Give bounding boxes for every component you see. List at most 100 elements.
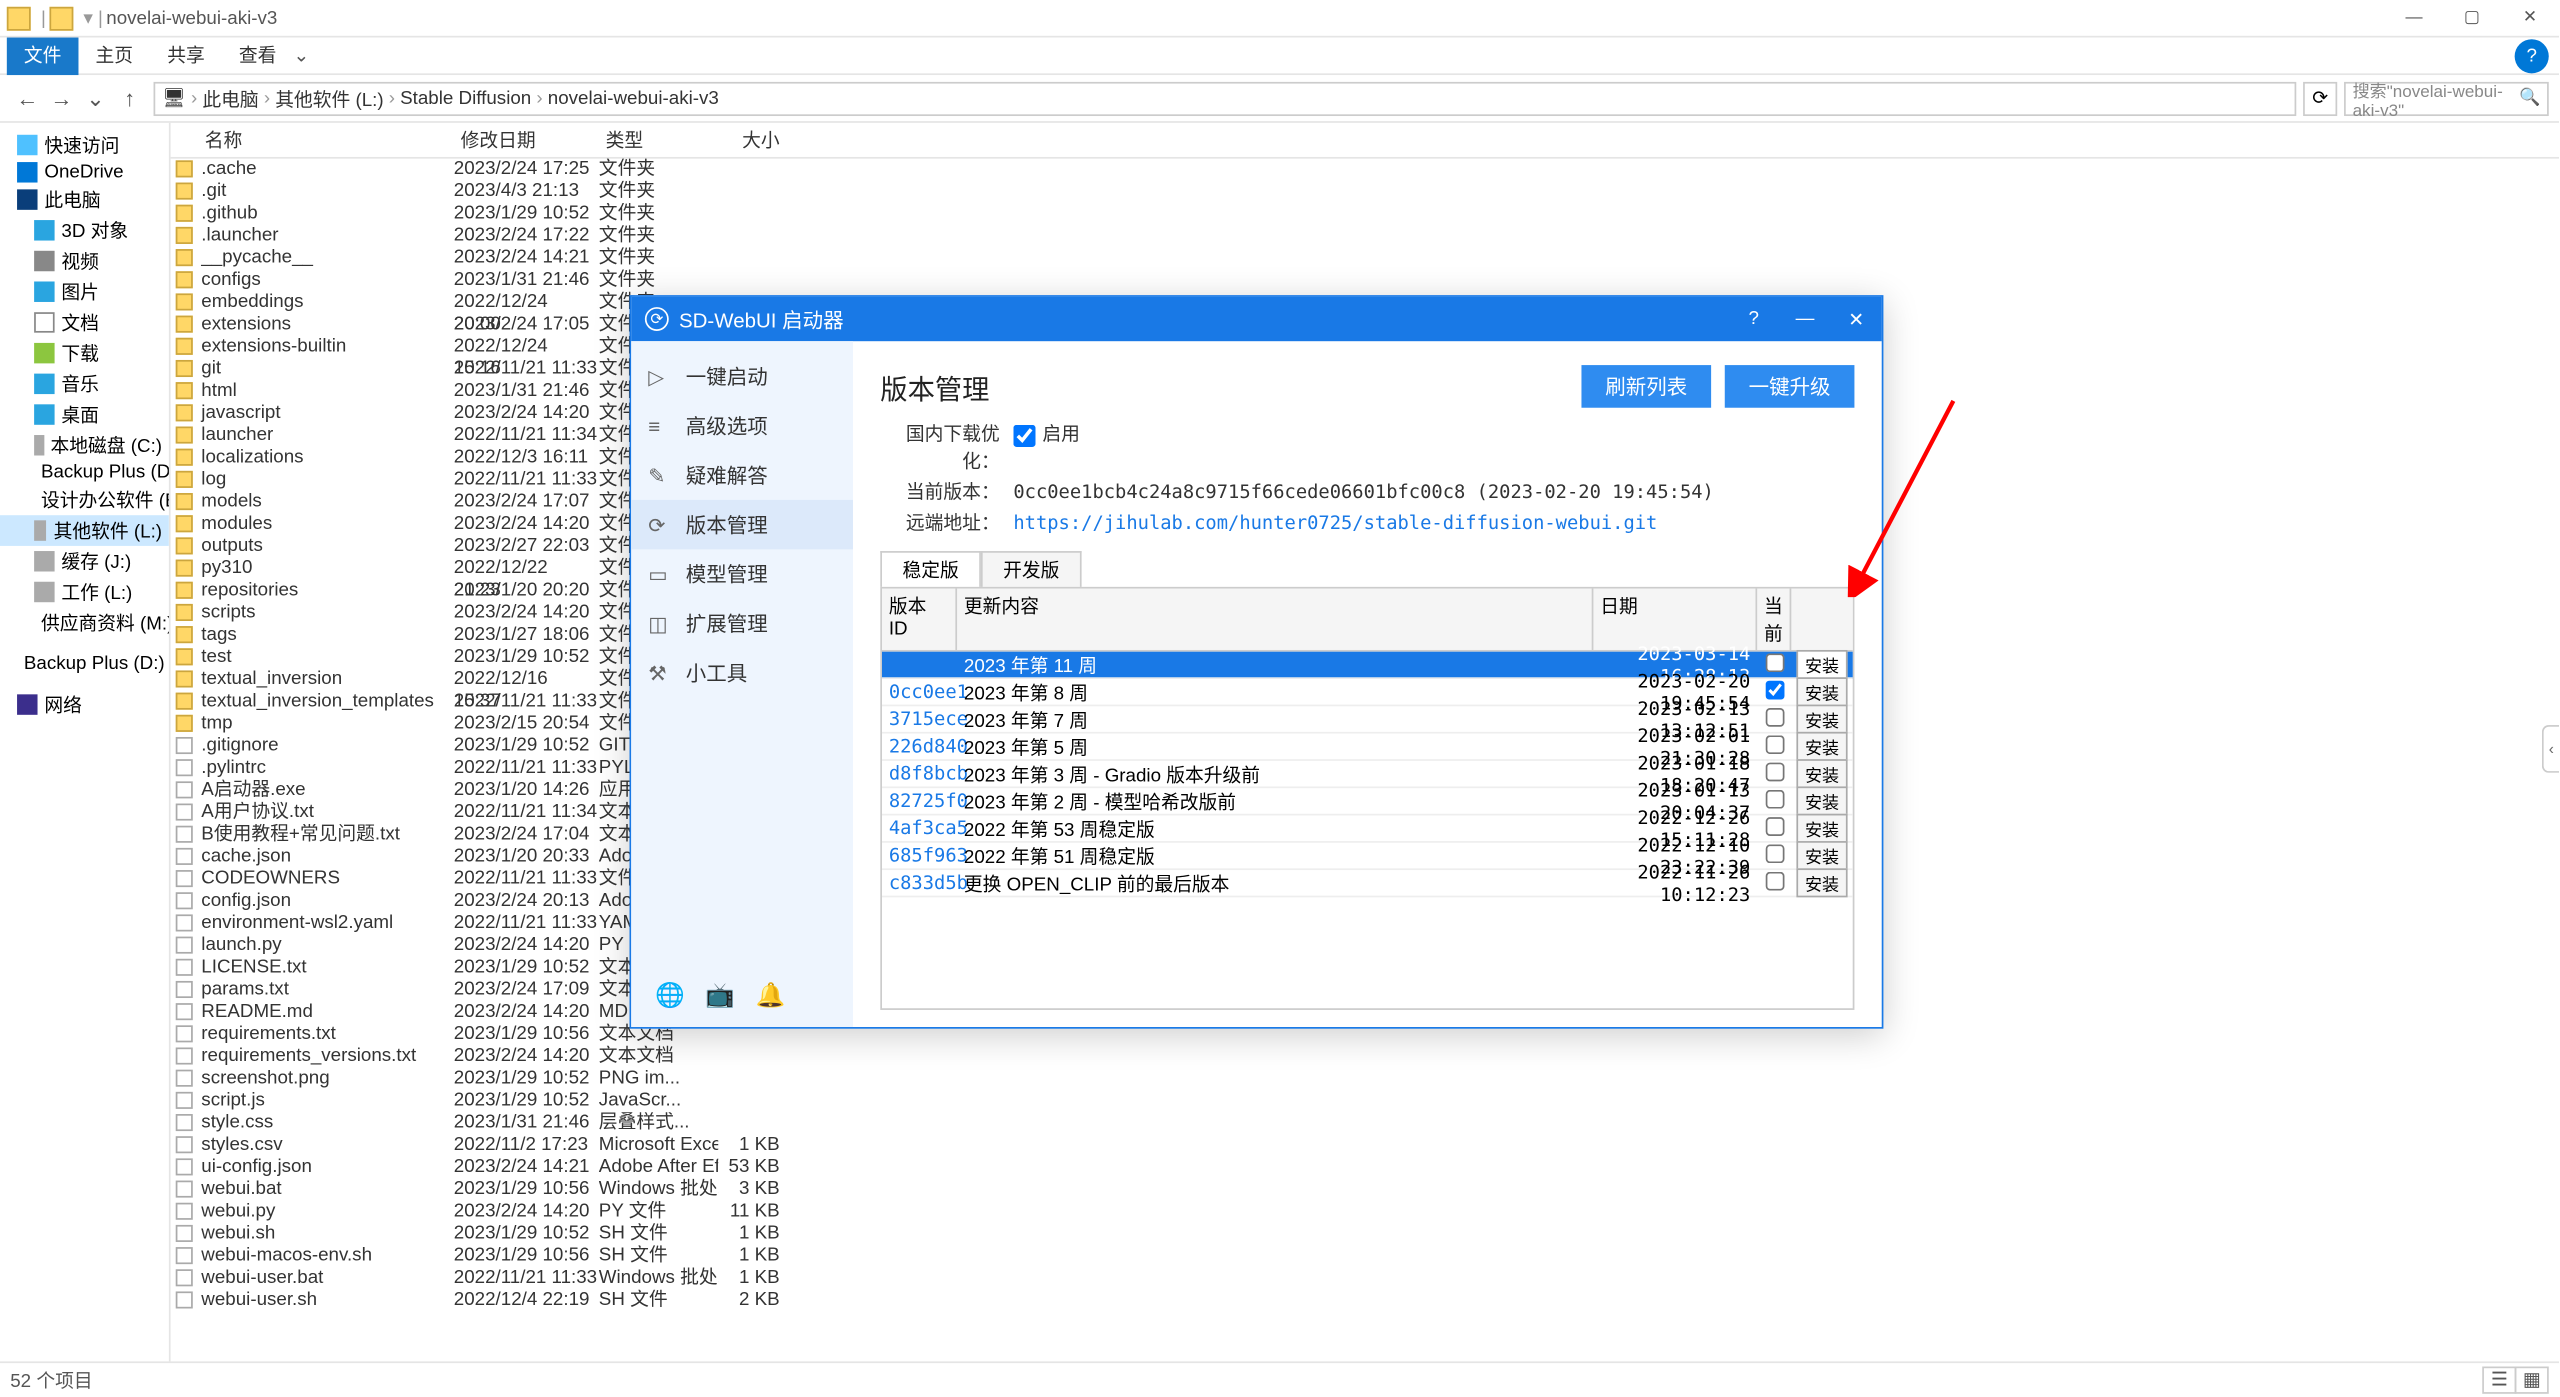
- sidebar-item-7[interactable]: 下载: [0, 338, 169, 369]
- sidebar-item-10[interactable]: 本地磁盘 (C:): [0, 430, 169, 461]
- version-id[interactable]: 82725f0: [882, 790, 957, 812]
- sidebar-item-3[interactable]: 3D 对象: [0, 215, 169, 246]
- file-row[interactable]: webui-macos-env.sh2023/1/29 10:56SH 文件1 …: [171, 1245, 2559, 1267]
- current-checkbox[interactable]: [1765, 762, 1784, 781]
- file-row[interactable]: style.css2023/1/31 21:46层叠样式...: [171, 1112, 2559, 1134]
- version-id[interactable]: c833d5b: [882, 872, 957, 894]
- sidebar-item-4[interactable]: 视频: [0, 246, 169, 277]
- sidebar-item-6[interactable]: 文档: [0, 307, 169, 338]
- ribbon-tab-2[interactable]: 共享: [150, 37, 222, 75]
- col-date[interactable]: 修改日期: [454, 126, 599, 153]
- install-button[interactable]: 安装: [1796, 677, 1847, 706]
- th-id[interactable]: 版本 ID: [882, 589, 957, 650]
- install-button[interactable]: 安装: [1796, 650, 1847, 679]
- file-row[interactable]: .github2023/1/29 10:52文件夹: [171, 203, 2559, 225]
- minimize-button[interactable]: —: [2385, 0, 2443, 37]
- dialog-help-button[interactable]: ?: [1728, 308, 1779, 330]
- version-id[interactable]: 3715ece: [882, 708, 957, 730]
- file-row[interactable]: webui.py2023/2/24 14:20PY 文件11 KB: [171, 1201, 2559, 1223]
- current-checkbox[interactable]: [1765, 789, 1784, 808]
- file-row[interactable]: __pycache__2023/2/24 14:21文件夹: [171, 247, 2559, 269]
- forward-button[interactable]: →: [44, 85, 78, 111]
- dialog-minimize-button[interactable]: —: [1779, 308, 1830, 330]
- version-id[interactable]: 685f963: [882, 844, 957, 866]
- col-size[interactable]: 大小: [718, 126, 786, 153]
- breadcrumb[interactable]: 🖥›此电脑›其他软件 (L:)›Stable Diffusion›novelai…: [154, 81, 2297, 115]
- ribbon-collapse-button[interactable]: ⌄: [293, 44, 309, 66]
- version-row[interactable]: c833d5b更换 OPEN_CLIP 前的最后版本2022-11-26 10:…: [882, 870, 1853, 897]
- current-checkbox[interactable]: [1765, 871, 1784, 890]
- install-button[interactable]: 安装: [1796, 732, 1847, 761]
- file-row[interactable]: webui.sh2023/1/29 10:52SH 文件1 KB: [171, 1223, 2559, 1245]
- back-button[interactable]: ←: [10, 85, 44, 111]
- launcher-nav-2[interactable]: ✎疑难解答: [631, 450, 853, 499]
- current-checkbox[interactable]: [1765, 707, 1784, 726]
- file-row[interactable]: .git2023/4/3 21:13文件夹: [171, 181, 2559, 203]
- footer-icon-0[interactable]: 🌐: [655, 981, 685, 1010]
- view-icons-button[interactable]: ▦: [2515, 1366, 2549, 1393]
- sidebar-item-12[interactable]: 设计办公软件 (E:): [0, 485, 169, 516]
- sidebar-item-5[interactable]: 图片: [0, 276, 169, 307]
- install-button[interactable]: 安装: [1796, 759, 1847, 788]
- file-row[interactable]: .launcher2023/2/24 17:22文件夹: [171, 225, 2559, 247]
- current-checkbox[interactable]: [1765, 653, 1784, 672]
- sidebar-item-8[interactable]: 音乐: [0, 368, 169, 399]
- version-id[interactable]: 226d840: [882, 735, 957, 757]
- install-button[interactable]: 安装: [1796, 841, 1847, 870]
- version-tab-1[interactable]: 开发版: [981, 551, 1082, 587]
- download-opt-checkbox[interactable]: 启用: [1013, 421, 1080, 476]
- refresh-button[interactable]: ⟳: [2303, 81, 2337, 115]
- sidebar-item-20[interactable]: 网络: [0, 689, 169, 720]
- file-row[interactable]: webui.bat2023/1/29 10:56Windows 批处理...3 …: [171, 1179, 2559, 1201]
- close-button[interactable]: ✕: [2501, 0, 2559, 37]
- file-row[interactable]: screenshot.png2023/1/29 10:52PNG im...: [171, 1068, 2559, 1090]
- file-row[interactable]: webui-user.bat2022/11/21 11:33Windows 批处…: [171, 1268, 2559, 1290]
- ribbon-tab-0[interactable]: 文件: [7, 37, 79, 75]
- launcher-nav-1[interactable]: ≡高级选项: [631, 401, 853, 450]
- install-button[interactable]: 安装: [1796, 814, 1847, 843]
- file-row[interactable]: configs2023/1/31 21:46文件夹: [171, 270, 2559, 292]
- file-row[interactable]: ui-config.json2023/2/24 14:21Adobe After…: [171, 1157, 2559, 1179]
- version-id[interactable]: d8f8bcb: [882, 763, 957, 785]
- column-headers[interactable]: 名称 修改日期 类型 大小: [171, 123, 2559, 159]
- sidebar-item-13[interactable]: 其他软件 (L:): [0, 515, 169, 546]
- help-button[interactable]: ?: [2515, 38, 2549, 72]
- install-button[interactable]: 安装: [1796, 786, 1847, 815]
- crumb-1[interactable]: 其他软件 (L:): [275, 84, 383, 111]
- sidebar-item-9[interactable]: 桌面: [0, 399, 169, 430]
- view-details-button[interactable]: ☰: [2482, 1366, 2516, 1393]
- file-row[interactable]: script.js2023/1/29 10:52JavaScr...: [171, 1090, 2559, 1112]
- file-row[interactable]: .cache2023/2/24 17:25文件夹: [171, 159, 2559, 181]
- refresh-list-button[interactable]: 刷新列表: [1581, 365, 1711, 408]
- current-checkbox[interactable]: [1765, 680, 1784, 699]
- launcher-nav-0[interactable]: ▷一键启动: [631, 351, 853, 400]
- current-checkbox[interactable]: [1765, 816, 1784, 835]
- sidebar-item-14[interactable]: 缓存 (J:): [0, 546, 169, 577]
- footer-icon-1[interactable]: 📺: [705, 981, 735, 1010]
- ribbon-tab-1[interactable]: 主页: [78, 37, 150, 75]
- col-name[interactable]: 名称: [198, 126, 454, 153]
- sidebar-item-15[interactable]: 工作 (L:): [0, 577, 169, 608]
- sidebar-item-18[interactable]: Backup Plus (D:): [0, 652, 169, 676]
- col-type[interactable]: 类型: [599, 126, 718, 153]
- install-button[interactable]: 安装: [1796, 705, 1847, 734]
- launcher-nav-4[interactable]: ▭模型管理: [631, 549, 853, 598]
- crumb-0[interactable]: 此电脑: [202, 84, 258, 111]
- file-row[interactable]: requirements_versions.txt2023/2/24 14:20…: [171, 1046, 2559, 1068]
- sidebar-item-16[interactable]: 供应商资料 (M:): [0, 607, 169, 638]
- launcher-nav-6[interactable]: ⚒小工具: [631, 648, 853, 697]
- edge-tab[interactable]: ‹: [2542, 725, 2559, 773]
- search-input[interactable]: 搜索"novelai-webui-aki-v3" 🔍: [2344, 81, 2549, 115]
- sidebar-item-11[interactable]: Backup Plus (D:): [0, 461, 169, 485]
- crumb-3[interactable]: novelai-webui-aki-v3: [548, 88, 719, 108]
- version-tab-0[interactable]: 稳定版: [880, 551, 981, 587]
- file-row[interactable]: styles.csv2022/11/2 17:23Microsoft Excel…: [171, 1134, 2559, 1156]
- sidebar-item-2[interactable]: 此电脑: [0, 184, 169, 215]
- th-date[interactable]: 日期: [1593, 589, 1757, 650]
- footer-icon-2[interactable]: 🔔: [756, 981, 786, 1010]
- th-desc[interactable]: 更新内容: [957, 589, 1593, 650]
- launcher-nav-5[interactable]: ◫扩展管理: [631, 599, 853, 648]
- file-row[interactable]: webui-user.sh2022/12/4 22:19SH 文件2 KB: [171, 1290, 2559, 1312]
- sidebar-item-0[interactable]: 快速访问: [0, 130, 169, 161]
- up-button[interactable]: ↑: [113, 85, 147, 111]
